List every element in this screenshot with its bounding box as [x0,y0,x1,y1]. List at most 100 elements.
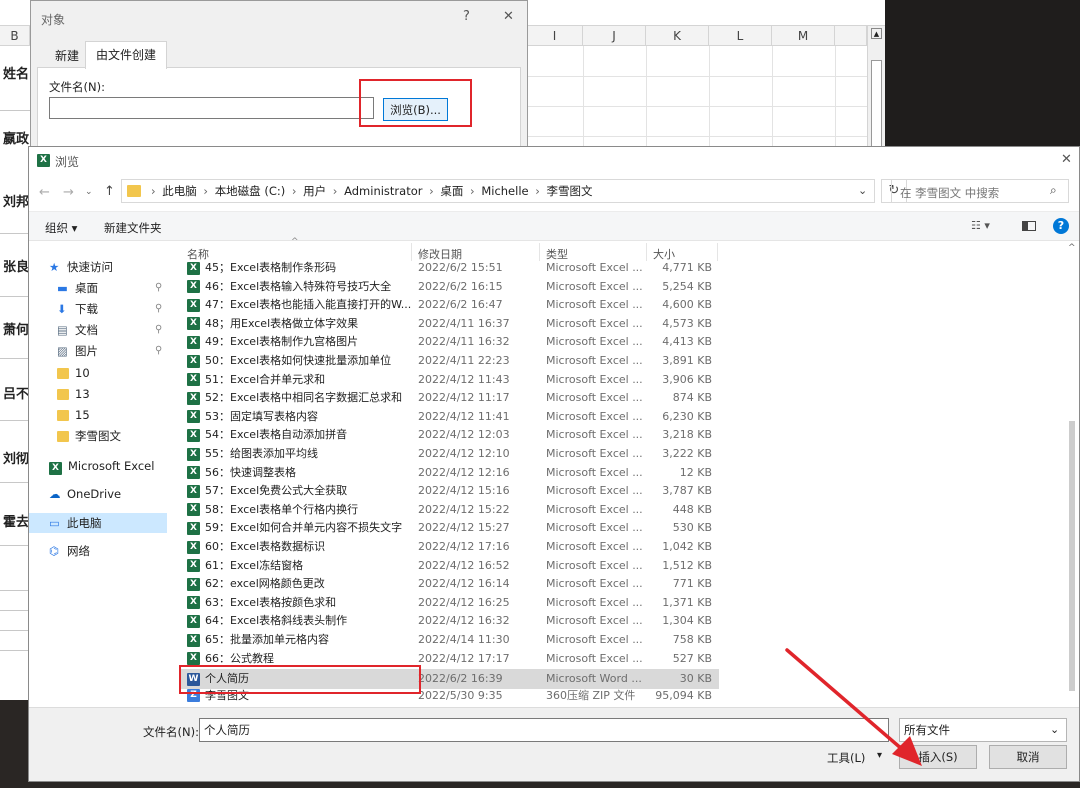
scroll-up-arrow[interactable]: ▲ [871,28,882,39]
name-cell[interactable]: 姓名 [0,60,30,90]
name-cell[interactable]: 刘彻 [0,445,30,475]
file-name: 51：Excel合并单元求和 [205,372,326,386]
file-name: 47：Excel表格也能插入能直接打开的W... [205,298,412,312]
file-row[interactable]: X 53：固定填写表格内容 2022/4/12 11:41 Microsoft Exc… [179,408,719,427]
file-type: Microsoft Excel ... [546,651,643,665]
file-name-cell: X 57：Excel免费公式大全获取 [187,482,415,501]
breadcrumb-item[interactable]: 李雪图文 [547,184,593,198]
excel-file-icon: X [187,466,200,480]
file-row[interactable]: X 50：Excel表格如何快速批量添加单位 2022/4/11 22:23 Micr… [179,352,719,371]
column-header-k[interactable]: K [646,26,709,46]
browse-button[interactable]: 浏览(B)... [383,98,448,121]
name-cell[interactable]: 霍去病 [0,508,30,538]
view-options-icon[interactable]: ☷ ▾ [971,219,990,232]
file-row[interactable]: X 59：Excel如何合并单元内容不损失文字 2022/4/12 15:27 Mic… [179,519,719,538]
breadcrumb-separator-icon[interactable]: › [329,184,341,198]
chevron-down-icon[interactable]: ⌄ [858,184,867,197]
filename-input[interactable] [49,97,374,119]
breadcrumb-item[interactable]: 此电脑 [162,184,197,198]
file-name-cell: X 47：Excel表格也能插入能直接打开的W... [187,296,415,315]
file-size: 4,413 KB [662,335,712,349]
breadcrumb-separator-icon[interactable]: › [151,184,159,198]
row-line [0,420,30,421]
scroll-thumb[interactable] [1069,421,1075,691]
name-cell[interactable]: 萧何 [0,316,30,346]
breadcrumb-separator-icon[interactable]: › [532,184,544,198]
scroll-thumb[interactable] [871,60,882,150]
file-name: 49：Excel表格制作九宫格图片 [205,335,359,349]
cancel-button[interactable]: 取消 [989,745,1067,769]
file-date: 2022/4/12 11:41 [418,409,510,423]
column-header-j[interactable]: J [583,26,646,46]
file-row[interactable]: X 52：Excel表格中相同名字数据汇总求和 2022/4/12 11:17 Mic… [179,389,719,408]
file-row[interactable]: X 55：给图表添加平均线 2022/4/12 12:10 Microsoft Exc… [179,445,719,464]
address-bar[interactable]: › 此电脑 › 本地磁盘 (C:) › 用户 › Administrator ›… [121,179,875,203]
column-header-b[interactable]: B [0,26,30,46]
file-name-cell: X 46：Excel表格输入特殊符号技巧大全 [187,278,415,297]
file-name: 64：Excel表格斜线表头制作 [205,614,348,628]
file-row[interactable]: X 61：Excel冻结窗格 2022/4/12 16:52 Microsoft Ex… [179,557,719,576]
back-arrow-icon[interactable]: ← [39,185,50,200]
name-cell[interactable]: 吕不韦 [0,380,30,410]
toolbar: 组织 ▾ 新建文件夹 ☷ ▾ ? [29,211,1079,241]
breadcrumb-item[interactable]: 桌面 [440,184,463,198]
file-row[interactable]: X 62：excel网格颜色更改 2022/4/12 16:14 Microsoft … [179,575,719,594]
forward-arrow-icon[interactable]: → [63,185,74,200]
file-row[interactable]: X 54：Excel表格自动添加拼音 2022/4/12 12:03 Microsof… [179,426,719,445]
file-row[interactable]: X 57：Excel免费公式大全获取 2022/4/12 15:16 Microsof… [179,482,719,501]
file-list-scrollbar[interactable]: ^ [1065,241,1079,701]
new-folder-button[interactable]: 新建文件夹 [104,220,162,236]
breadcrumb-item[interactable]: Administrator [344,184,422,198]
file-date: 2022/4/14 11:30 [418,633,510,646]
file-row[interactable]: X 56：快速调整表格 2022/4/12 12:16 Microsoft Excel… [179,464,719,483]
file-row[interactable]: X 64：Excel表格斜线表头制作 2022/4/12 16:32 Microsof… [179,612,719,631]
file-name: 50：Excel表格如何快速批量添加单位 [205,354,392,367]
column-header-m[interactable]: M [772,26,835,46]
organize-button[interactable]: 组织 ▾ [45,220,77,236]
name-cell[interactable]: 张良 [0,253,30,283]
preview-pane-icon[interactable] [1022,221,1036,231]
close-icon[interactable]: ✕ [503,9,514,24]
file-row[interactable]: X 47：Excel表格也能插入能直接打开的W... 2022/6/2 16:47 M… [179,296,719,315]
column-header-i[interactable]: I [527,26,583,46]
breadcrumb-item[interactable]: 用户 [303,184,326,198]
tab-new[interactable]: 新建 [45,43,89,69]
file-date: 2022/4/12 16:32 [418,614,510,628]
search-input[interactable]: 在 李雪图文 中搜索 ⌕ [891,179,1069,203]
file-row[interactable]: X 63：Excel表格按颜色求和 2022/4/12 16:25 Microsoft… [179,594,719,613]
row-line [0,110,30,111]
file-row[interactable]: X 65：批量添加单元格内容 2022/4/14 11:30 Microsoft Ex… [179,631,719,650]
file-row[interactable]: X 51：Excel合并单元求和 2022/4/12 11:43 Microsoft … [179,371,719,390]
file-name: 48；用Excel表格做立体字效果 [205,316,359,330]
file-size: 771 KB [672,577,712,591]
file-row[interactable]: X 60：Excel表格数据标识 2022/4/12 17:16 Microsoft … [179,538,719,557]
close-icon[interactable]: ✕ [1061,152,1072,167]
help-icon[interactable]: ? [1053,218,1069,234]
scroll-up-icon[interactable]: ^ [1068,243,1076,253]
file-size: 6,230 KB [662,409,712,423]
column-header-l[interactable]: L [709,26,772,46]
breadcrumb-separator-icon[interactable]: › [425,184,437,198]
up-arrow-icon[interactable]: ↑ [104,184,115,199]
breadcrumb-separator-icon[interactable]: › [288,184,300,198]
file-row[interactable]: X 45；Excel表格制作条形码 2022/6/2 15:51 Microsoft … [179,259,719,278]
file-row[interactable]: X 46：Excel表格输入特殊符号技巧大全 2022/6/2 16:15 Micro… [179,278,719,297]
file-row[interactable]: X 48；用Excel表格做立体字效果 2022/4/11 16:37 Microso… [179,315,719,334]
file-row[interactable]: X 49：Excel表格制作九宫格图片 2022/4/11 16:32 Microso… [179,333,719,352]
file-type: 360压缩 ZIP 文件 [546,688,636,702]
breadcrumb-separator-icon[interactable]: › [200,184,212,198]
file-type: Microsoft Excel ... [546,428,643,442]
breadcrumb-separator-icon[interactable]: › [466,184,478,198]
file-date: 2022/4/12 17:17 [418,651,510,665]
file-row[interactable]: X 58：Excel表格单个行格内换行 2022/4/12 15:22 Microso… [179,501,719,520]
file-type: Microsoft Excel ... [546,298,643,312]
help-button[interactable]: ? [463,9,470,24]
name-cell[interactable]: 刘邦 [0,188,30,218]
recent-dropdown-icon[interactable]: ⌄ [85,187,93,197]
breadcrumb-item[interactable]: Michelle [481,184,528,198]
name-cell[interactable]: 嬴政 [0,125,30,155]
file-name-cell: X 63：Excel表格按颜色求和 [187,594,415,613]
highlight-box [179,665,421,694]
tab-create-from-file[interactable]: 由文件创建 [85,41,168,69]
breadcrumb-item[interactable]: 本地磁盘 (C:) [215,184,286,198]
